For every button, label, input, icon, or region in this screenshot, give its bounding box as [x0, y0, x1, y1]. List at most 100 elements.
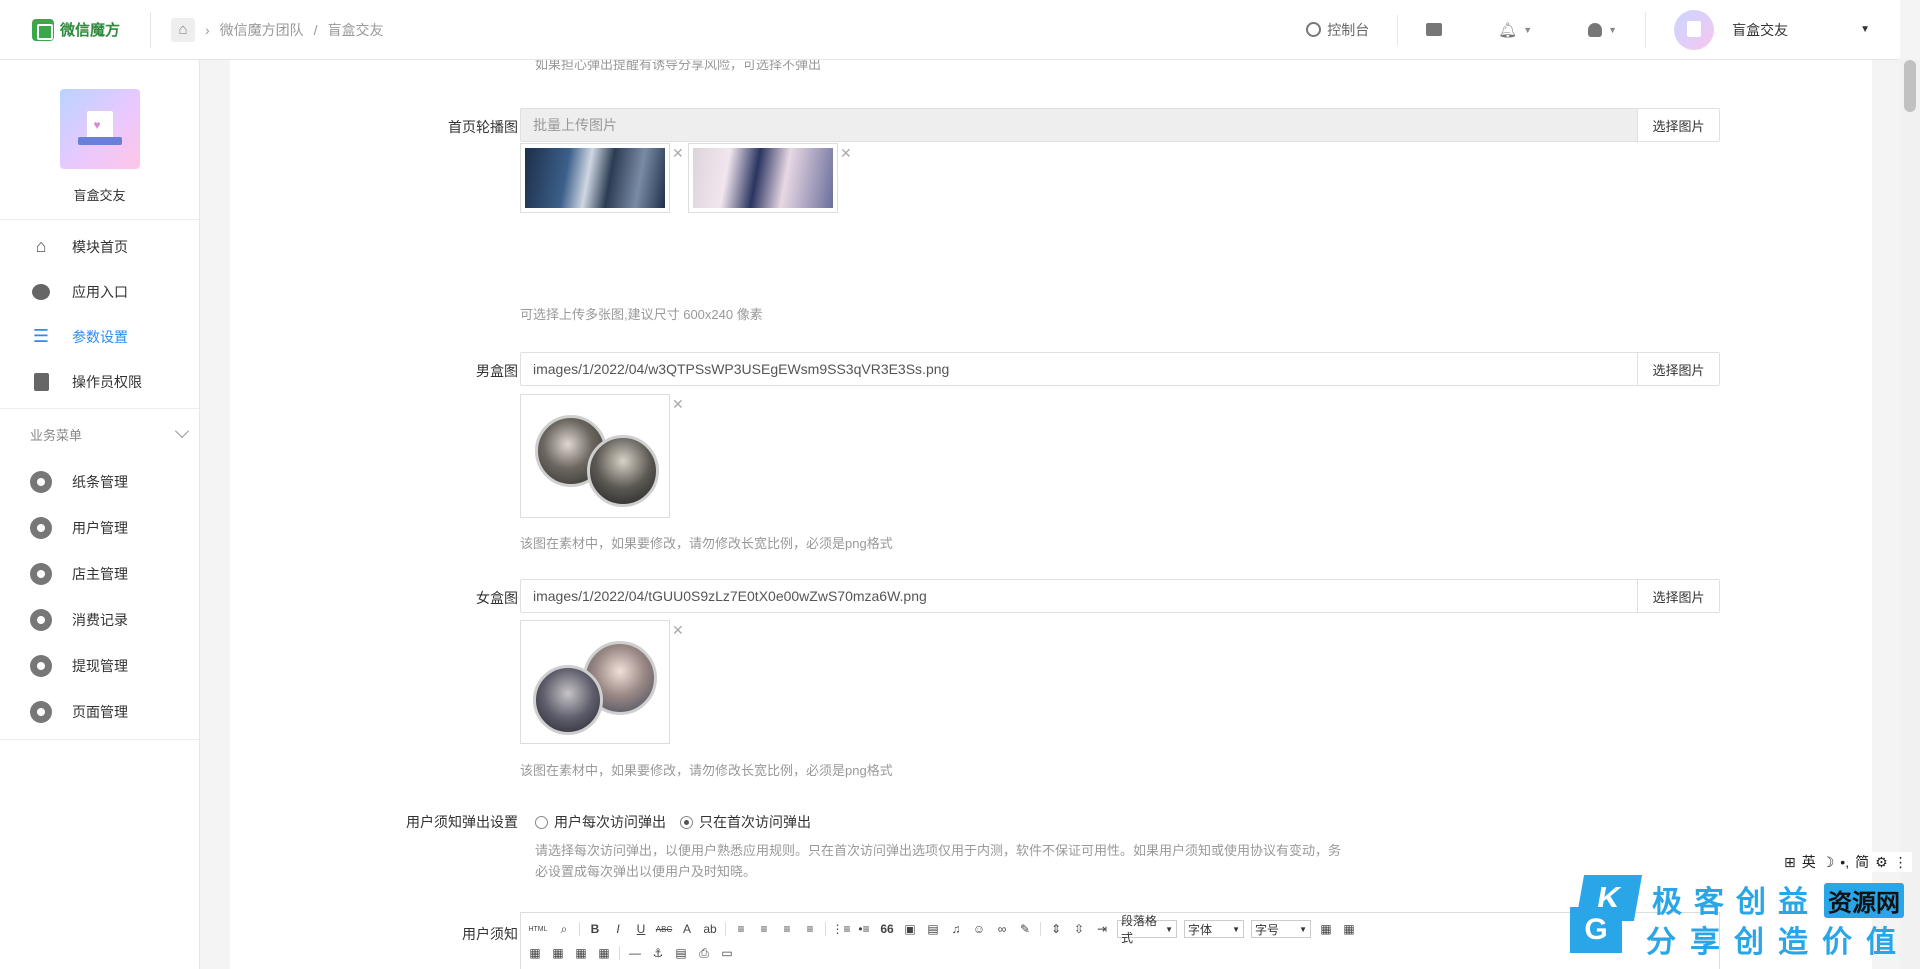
- sidebar-item-operator-permissions[interactable]: 操作员权限: [0, 359, 199, 404]
- emoji-icon[interactable]: ☺: [971, 922, 987, 936]
- template-icon[interactable]: ▤: [673, 946, 689, 960]
- home-icon[interactable]: ⌂: [171, 17, 195, 42]
- sidebar-item-label: 参数设置: [72, 328, 128, 345]
- store-button[interactable]: [1397, 14, 1470, 45]
- html-source-button[interactable]: HTML: [527, 922, 549, 936]
- caret-down-icon: ▼: [1232, 924, 1240, 934]
- sidebar-item-shop-owners[interactable]: 店主管理: [0, 551, 199, 597]
- sidebar-item-app-entry[interactable]: 应用入口: [0, 269, 199, 314]
- bold-button[interactable]: B: [587, 922, 603, 936]
- gear-icon[interactable]: ⚙: [1875, 854, 1888, 871]
- music-icon[interactable]: ♫: [948, 922, 964, 936]
- banner-input[interactable]: 批量上传图片: [521, 109, 1637, 141]
- punctuation-icon[interactable]: •,: [1840, 854, 1849, 870]
- align-justify-icon[interactable]: ≡: [802, 922, 818, 936]
- ordered-list-icon[interactable]: ⋮≡: [832, 922, 851, 936]
- female-box-input[interactable]: images/1/2022/04/tGUU0S9zLz7E0tX0e00wZwS…: [521, 580, 1637, 612]
- caret-down-icon: ▼: [1299, 924, 1307, 934]
- male-box-label: 男盒图: [476, 363, 518, 379]
- breadcrumb-current: 盲盒交友: [327, 21, 384, 38]
- sidebar-item-consumption[interactable]: 消费记录: [0, 597, 199, 643]
- font-family-select[interactable]: 字体 ▼: [1184, 920, 1244, 938]
- portrait-image: [587, 435, 659, 507]
- file-icon[interactable]: ▤: [925, 922, 941, 936]
- font-size-select[interactable]: 字号 ▼: [1251, 920, 1311, 938]
- line-height-icon[interactable]: ⇕: [1048, 922, 1064, 936]
- help-line: 必设置成每次弹出以便用户及时知晓。: [535, 864, 757, 879]
- current-app-name: 盲盒交友: [1732, 21, 1789, 38]
- banner-thumbnail: [688, 143, 838, 213]
- male-box-input[interactable]: images/1/2022/04/w3QTPSsWP3USEgEWsm9SS3q…: [521, 353, 1637, 385]
- paragraph-format-select[interactable]: 段落格式 ▼: [1117, 914, 1177, 945]
- sidebar-item-pages[interactable]: 页面管理: [0, 689, 199, 735]
- radio-button-selected[interactable]: [680, 815, 693, 829]
- notifications-button[interactable]: 🔔︎ ▼: [1470, 15, 1560, 45]
- page-scrollbar[interactable]: [1900, 60, 1920, 969]
- blockquote-button[interactable]: 66: [879, 922, 895, 936]
- horizontal-rule-icon[interactable]: —: [627, 946, 643, 960]
- ime-grid-icon[interactable]: ⊞: [1784, 854, 1796, 871]
- align-left-icon[interactable]: ≡: [733, 922, 749, 936]
- notice-popup-help: 请选择每次访问弹出，以便用户熟悉应用规则。只在首次访问弹出选项仅用于内测，软件不…: [535, 840, 1415, 882]
- banner-thumbnail: [520, 143, 670, 213]
- ime-mode-simplified[interactable]: 简: [1855, 852, 1869, 872]
- font-color-button[interactable]: A: [679, 922, 695, 936]
- close-icon[interactable]: ✕: [672, 145, 684, 162]
- unordered-list-icon[interactable]: •≡: [856, 922, 872, 936]
- align-center-icon[interactable]: ≡: [756, 922, 772, 936]
- image-icon[interactable]: ▣: [902, 922, 918, 936]
- sidebar-item-module-home[interactable]: ⌂ 模块首页: [0, 224, 199, 269]
- print-icon[interactable]: ⎙: [696, 946, 712, 960]
- brand-logo[interactable]: 微信魔方: [0, 18, 150, 41]
- highlight-icon[interactable]: ab: [702, 922, 718, 936]
- banner-help: 可选择上传多张图,建议尺寸 600x240 像素: [520, 307, 763, 322]
- table-props-icon[interactable]: ▦: [1341, 922, 1357, 936]
- portrait-image: [533, 665, 603, 735]
- banner-select-button[interactable]: 选择图片: [1637, 109, 1719, 141]
- delete-col-icon[interactable]: ▦: [596, 946, 612, 960]
- breadcrumb-team[interactable]: 微信魔方团队: [220, 20, 304, 40]
- account-menu-button[interactable]: ▼: [1560, 15, 1645, 45]
- radio-first-visit[interactable]: 只在首次访问弹出: [680, 812, 811, 832]
- paste-icon[interactable]: ▭: [719, 946, 735, 960]
- close-icon[interactable]: ✕: [672, 622, 684, 639]
- console-link[interactable]: 控制台: [1278, 15, 1397, 45]
- sidebar-item-label: 操作员权限: [72, 373, 142, 390]
- close-icon[interactable]: ✕: [672, 396, 684, 413]
- delete-row-icon[interactable]: ▦: [573, 946, 589, 960]
- underline-button[interactable]: U: [633, 922, 649, 936]
- more-icon[interactable]: ⋮: [1894, 854, 1908, 871]
- sidebar-item-withdrawals[interactable]: 提现管理: [0, 643, 199, 689]
- eraser-icon[interactable]: ✎: [1017, 922, 1033, 936]
- insert-col-icon[interactable]: ▦: [550, 946, 566, 960]
- italic-button[interactable]: I: [610, 922, 626, 936]
- sidebar: 盲盒交友 ⌂ 模块首页 应用入口 ☰ 参数设置 操作员权限 业务菜单 纸条管理: [0, 60, 200, 969]
- insert-row-icon[interactable]: ▦: [527, 946, 543, 960]
- male-box-select-button[interactable]: 选择图片: [1637, 353, 1719, 385]
- sidebar-item-users[interactable]: 用户管理: [0, 505, 199, 551]
- sidebar-item-notes[interactable]: 纸条管理: [0, 459, 199, 505]
- sidebar-item-label: 用户管理: [72, 520, 128, 536]
- business-menu-toggle[interactable]: 业务菜单: [0, 409, 199, 459]
- strikethrough-button[interactable]: ABC: [656, 922, 672, 936]
- indent-icon[interactable]: ⇥: [1094, 922, 1110, 936]
- ime-mode-english[interactable]: 英: [1802, 852, 1816, 872]
- table-icon[interactable]: ▦: [1318, 922, 1334, 936]
- radio-button[interactable]: [535, 815, 548, 829]
- watermark: K G 极客创益 资源网 分享创造价值: [1570, 875, 1912, 959]
- sidebar-main-menu: ⌂ 模块首页 应用入口 ☰ 参数设置 操作员权限: [0, 220, 199, 409]
- align-right-icon[interactable]: ≡: [779, 922, 795, 936]
- current-app-switcher[interactable]: 盲盒交友 ▼: [1645, 9, 1900, 50]
- male-box-help: 该图在素材中，如果要修改，请勿修改长宽比例，必须是png格式: [520, 536, 893, 551]
- female-box-select-button[interactable]: 选择图片: [1637, 580, 1719, 612]
- anchor-icon[interactable]: ⚓︎: [650, 946, 666, 960]
- paragraph-spacing-icon[interactable]: ⇳: [1071, 922, 1087, 936]
- preview-icon[interactable]: ⌕: [556, 922, 572, 936]
- gear-icon: [30, 563, 52, 585]
- close-icon[interactable]: ✕: [840, 145, 852, 162]
- radio-every-visit[interactable]: 用户每次访问弹出: [535, 812, 666, 832]
- sidebar-item-settings[interactable]: ☰ 参数设置: [0, 314, 199, 359]
- scrollbar-thumb[interactable]: [1904, 60, 1916, 112]
- moon-icon[interactable]: ☽: [1822, 854, 1835, 871]
- link-icon[interactable]: ∞: [994, 922, 1010, 936]
